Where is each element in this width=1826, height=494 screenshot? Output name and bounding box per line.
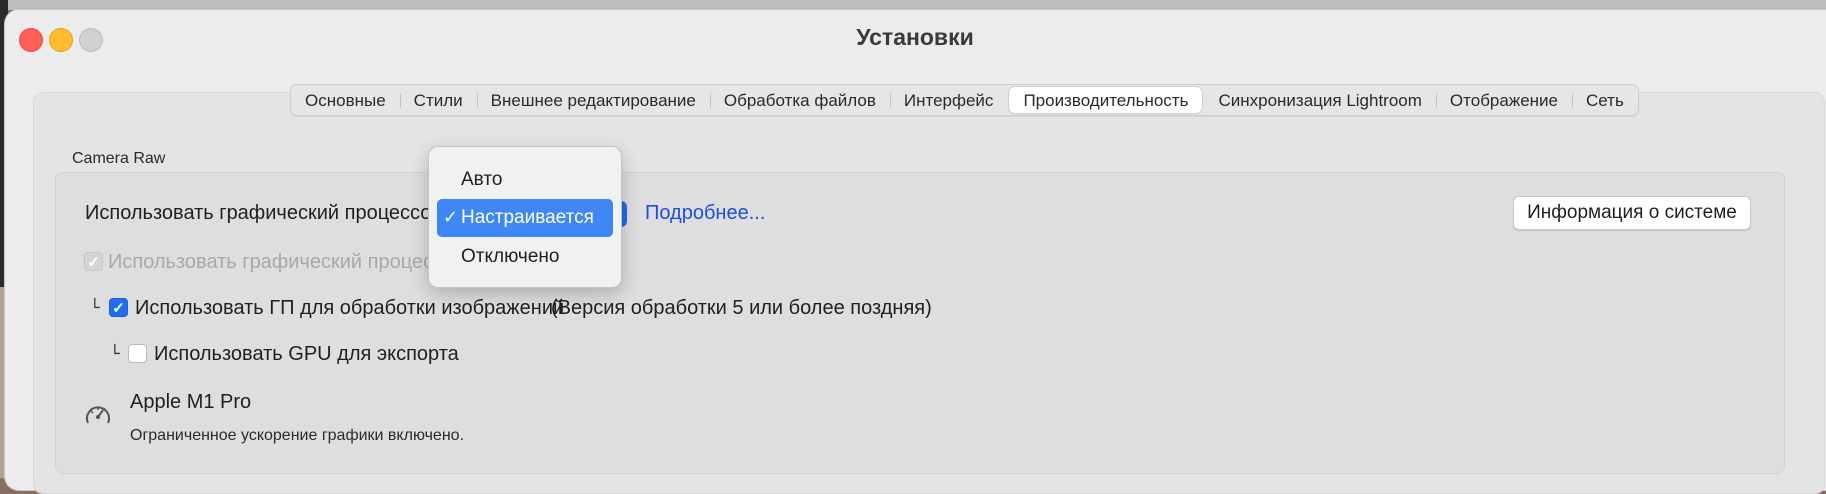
tab-interface[interactable]: Интерфейс (889, 85, 1008, 115)
process-version-note: (Версия обработки 5 или более поздняя) (551, 297, 932, 319)
desktop-background (0, 0, 1826, 10)
tab-performance[interactable]: Производительность (1009, 87, 1203, 113)
use-gpu-disabled-label: Использовать графический процессо (108, 251, 455, 273)
tab-display[interactable]: Отображение (1435, 85, 1572, 115)
use-gpu-checkbox-disabled: ✓ (84, 252, 103, 271)
tab-styles[interactable]: Стили (399, 85, 477, 115)
camera-raw-section-label: Camera Raw (72, 150, 166, 167)
gpu-image-processing-checkbox[interactable]: ✓ (109, 298, 128, 317)
menu-option-auto[interactable]: Авто (437, 161, 613, 199)
tab-lightroom-sync[interactable]: Синхронизация Lightroom (1204, 85, 1435, 115)
tab-bar: Основные Стили Внешнее редактирование Об… (290, 84, 1639, 116)
tab-external-editing[interactable]: Внешнее редактирование (476, 85, 710, 115)
menu-option-label: Настраивается (461, 207, 594, 228)
checkmark-icon: ✓ (443, 207, 459, 228)
gauge-icon (86, 406, 110, 424)
menu-option-off[interactable]: Отключено (437, 238, 613, 276)
learn-more-link[interactable]: Подробнее... (645, 202, 765, 225)
tab-file-handling[interactable]: Обработка файлов (709, 85, 890, 115)
tree-connector: └ (110, 344, 120, 363)
gpu-export-checkbox[interactable] (128, 344, 147, 363)
gpu-name: Apple M1 Pro (130, 391, 252, 413)
menu-option-label: Отключено (461, 246, 560, 267)
checkmark-icon: ✓ (87, 254, 100, 271)
system-info-button[interactable]: Информация о системе (1513, 196, 1751, 230)
window-title: Установки (856, 24, 974, 50)
tab-general[interactable]: Основные (291, 85, 400, 115)
gpu-mode-dropdown-menu: Авто ✓ Настраивается Отключено (428, 146, 622, 288)
gpu-acceleration-status: Ограниченное ускорение графики включено. (130, 427, 465, 444)
menu-option-custom[interactable]: ✓ Настраивается (437, 199, 613, 237)
title-bar: Установки (5, 10, 1826, 66)
gpu-export-label: Использовать GPU для экспорта (154, 343, 459, 365)
tab-network[interactable]: Сеть (1572, 85, 1638, 115)
gpu-image-processing-label: Использовать ГП для обработки изображени… (135, 297, 565, 319)
tree-connector: └ (90, 298, 100, 317)
checkmark-icon: ✓ (112, 300, 125, 317)
menu-option-label: Авто (461, 169, 503, 190)
gpu-setting-label: Использовать графический процессор: (85, 202, 449, 224)
